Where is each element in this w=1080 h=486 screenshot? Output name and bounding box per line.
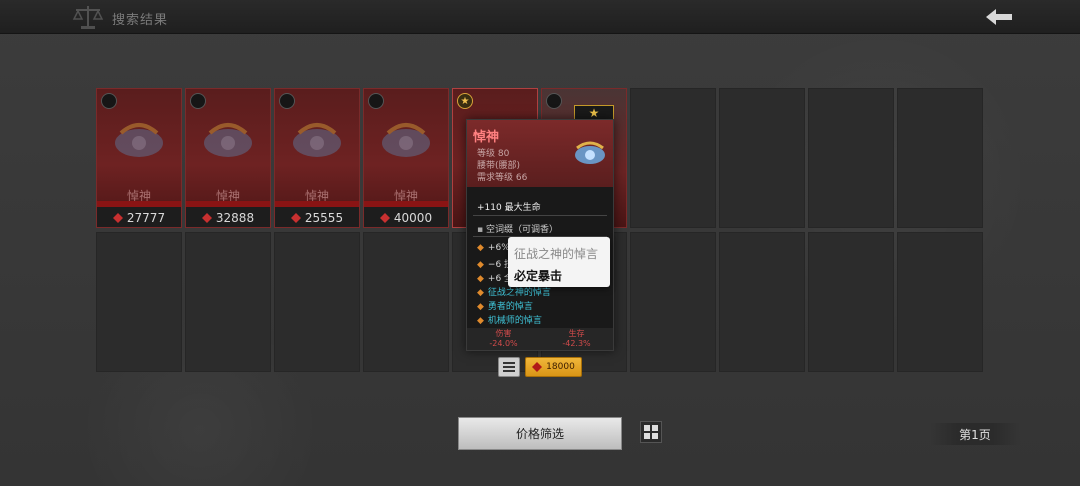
diamond-icon: ◆ <box>477 288 484 298</box>
socket-text: 空词缀（可调香） <box>485 225 558 235</box>
diamond-icon: ◆ <box>477 274 484 284</box>
currency-icon <box>532 362 543 372</box>
tooltip-item-name: 悼神 <box>473 130 500 145</box>
tooltip-header: 悼神 等级 80 腰带(腰部) 需求等级 66 <box>467 120 613 187</box>
currency-icon <box>112 213 123 223</box>
grade-badge <box>368 93 384 109</box>
belt-icon <box>115 123 163 157</box>
empty-slot <box>897 88 983 228</box>
empty-slot <box>96 232 182 372</box>
affix-text: 征战之神的悼言 <box>487 288 551 298</box>
grade-badge <box>546 93 562 109</box>
belt-icon <box>204 123 252 157</box>
price-value: 25555 <box>304 211 344 225</box>
popup-title: 征战之神的悼言 <box>514 247 599 261</box>
required-level: 需求等级 66 <box>477 173 528 183</box>
price-value: 27777 <box>126 211 166 225</box>
affix-line: ◆ 勇者的悼言 <box>477 299 533 312</box>
popup-desc: 必定暴击 <box>514 269 563 283</box>
grade-badge <box>279 93 295 109</box>
diamond-icon: ◆ <box>477 243 484 253</box>
diamond-icon: ◆ <box>477 260 484 270</box>
item-price: 32888 <box>186 207 270 227</box>
buy-price: 18000 <box>546 362 575 372</box>
affix-popup: 征战之神的悼言 必定暴击 <box>508 237 610 287</box>
socket-icon: ▪ <box>477 225 486 235</box>
affix-line: ◆ +6% <box>477 243 510 253</box>
price-filter-button[interactable]: 价格筛选 <box>458 417 622 450</box>
empty-slot <box>274 232 360 372</box>
socket-line: ▪ 空词缀（可调香） <box>477 222 558 235</box>
survival-value: -42.3% <box>562 339 591 348</box>
top-bar: 搜索结果 <box>0 0 1080 34</box>
empty-slot <box>630 88 716 228</box>
diamond-icon: ◆ <box>477 302 484 312</box>
price-value: 32888 <box>215 211 255 225</box>
empty-slot <box>897 232 983 372</box>
empty-slot <box>363 232 449 372</box>
belt-icon <box>293 123 341 157</box>
belt-icon <box>382 123 430 157</box>
affix-line: ◆ 机械师的悼言 <box>477 313 542 326</box>
currency-icon <box>379 213 390 223</box>
empty-slot <box>630 232 716 372</box>
currency-icon <box>290 213 301 223</box>
page-title: 搜索结果 <box>112 13 169 28</box>
details-button[interactable] <box>498 357 520 377</box>
item-card[interactable]: 悼神 25555 <box>274 88 360 228</box>
gold-star-badge: ★ <box>457 93 473 109</box>
buy-button[interactable]: 18000 <box>525 357 582 377</box>
affix-text: +6% <box>487 243 510 253</box>
grid-icon <box>644 425 658 439</box>
empty-slot <box>808 232 894 372</box>
price-value: 40000 <box>393 211 433 225</box>
empty-slot <box>719 88 805 228</box>
item-tooltip: 悼神 等级 80 腰带(腰部) 需求等级 66 +110 最大生命 ▪ 空词缀（… <box>466 119 614 351</box>
damage-stat: 伤害 -24.0% <box>467 328 540 350</box>
affix-text: 勇者的悼言 <box>487 302 533 312</box>
grade-badge <box>190 93 206 109</box>
item-card[interactable]: 悼神 40000 <box>363 88 449 228</box>
grade-badge <box>101 93 117 109</box>
list-icon <box>503 362 515 372</box>
belt-icon <box>575 141 605 164</box>
survival-label: 生存 <box>568 329 585 338</box>
damage-value: -24.0% <box>489 339 518 348</box>
empty-slot <box>719 232 805 372</box>
item-card[interactable]: 悼神 27777 <box>96 88 182 228</box>
damage-label: 伤害 <box>495 329 512 338</box>
page-indicator: 第1页 <box>930 423 1020 445</box>
scales-icon <box>72 6 104 29</box>
item-price: 25555 <box>275 207 359 227</box>
divider <box>473 215 607 216</box>
item-price: 40000 <box>364 207 448 227</box>
diamond-icon: ◆ <box>477 316 484 326</box>
affix-text: 机械师的悼言 <box>487 316 542 326</box>
item-card[interactable]: 悼神 32888 <box>185 88 271 228</box>
back-arrow-icon[interactable] <box>982 6 1016 28</box>
item-price: 27777 <box>97 207 181 227</box>
main-stat: +110 最大生命 <box>477 203 541 213</box>
survival-stat: 生存 -42.3% <box>540 328 613 350</box>
grid-view-button[interactable] <box>640 421 662 443</box>
empty-slot <box>808 88 894 228</box>
currency-icon <box>201 213 212 223</box>
empty-slot <box>185 232 271 372</box>
tooltip-footer: 伤害 -24.0% 生存 -42.3% <box>467 328 613 350</box>
